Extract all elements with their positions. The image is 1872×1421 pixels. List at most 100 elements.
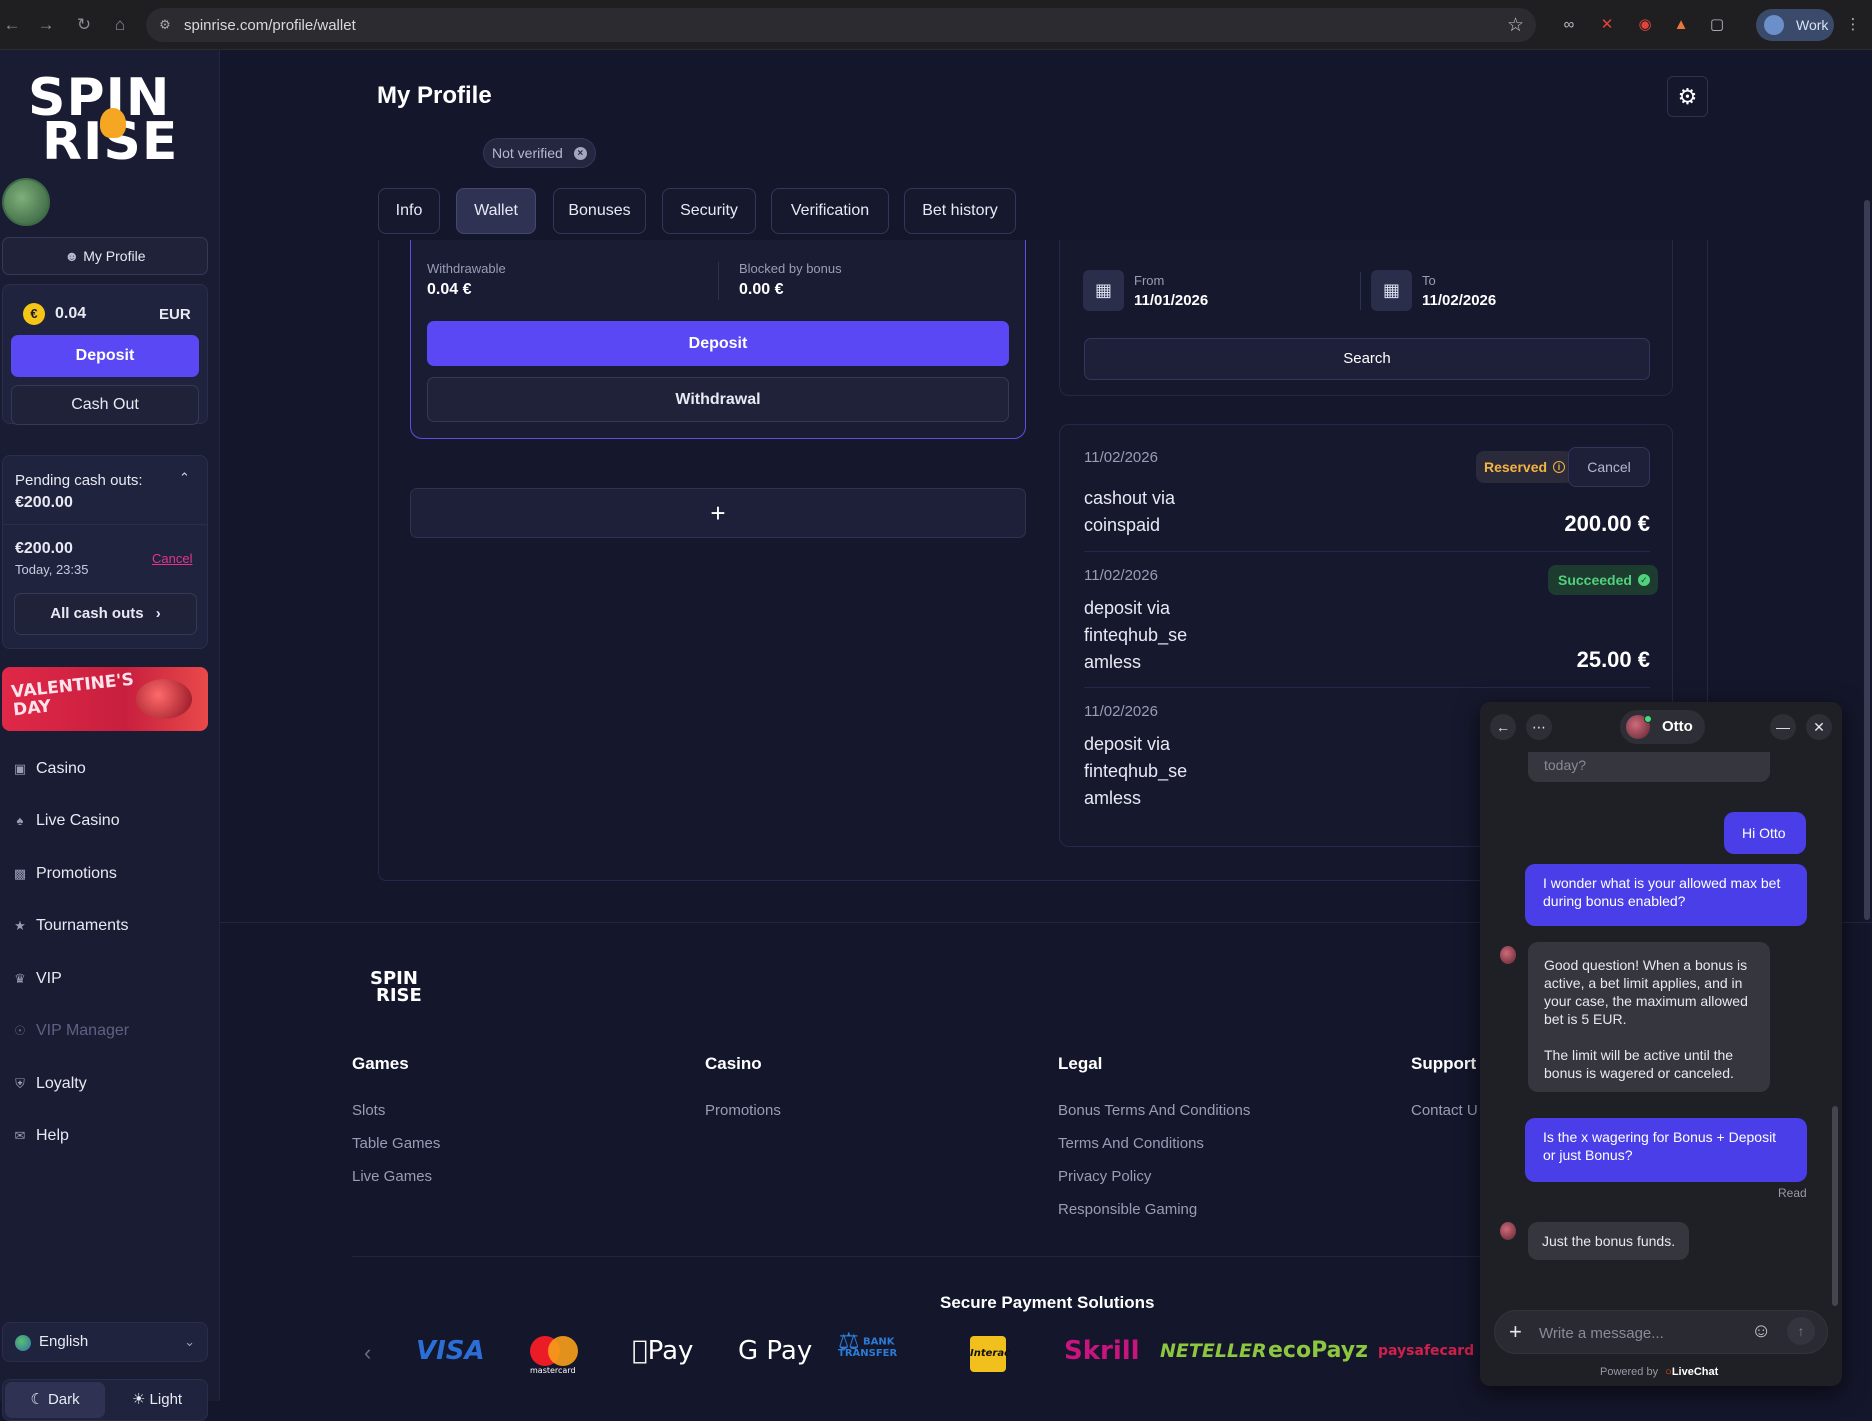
all-cash-outs-button[interactable]: All cash outs › [14, 593, 197, 635]
logo-flame-icon [100, 108, 126, 138]
theme-dark-button[interactable]: ☾ Dark [5, 1382, 105, 1418]
calendar-to-icon[interactable]: ▦ [1371, 270, 1412, 311]
tx-amount: 25.00 € [1576, 647, 1650, 672]
tx-desc-line: amless [1084, 788, 1142, 808]
sidebar-item-loyalty[interactable]: ⛨ Loyalty [12, 1070, 87, 1098]
check-circle-icon: ✓ [1637, 574, 1650, 586]
close-extension-icon[interactable]: ✕ [1596, 14, 1618, 36]
page-scrollbar[interactable] [1864, 200, 1870, 920]
agent-chip: Otto [1620, 710, 1705, 744]
send-arrow-icon[interactable]: ↑ [1787, 1317, 1815, 1345]
wallet-withdrawal-button[interactable]: Withdrawal [427, 377, 1009, 422]
chat-more-icon[interactable]: ⋯ [1526, 714, 1552, 740]
chevron-up-icon[interactable]: ⌃ [179, 470, 190, 486]
headset-icon: ☉ [14, 1023, 26, 1038]
wallet-deposit-button[interactable]: Deposit [427, 321, 1009, 366]
sidebar-item-live-casino[interactable]: ♠ Live Casino [12, 807, 120, 835]
live-casino-icon: ♠ [16, 813, 24, 828]
bookmark-star-icon[interactable]: ☆ [1507, 14, 1524, 37]
footer-link-slots[interactable]: Slots [352, 1102, 385, 1119]
footer-logo[interactable]: SPIN RISE [370, 970, 422, 1005]
footer-link-privacy[interactable]: Privacy Policy [1058, 1168, 1151, 1185]
footer-link-responsible-gaming[interactable]: Responsible Gaming [1058, 1201, 1197, 1218]
online-status-dot [1644, 715, 1652, 723]
tx-description: deposit via finteqhub_se amless [1084, 595, 1187, 676]
settings-button[interactable]: ⚙ [1667, 76, 1708, 117]
sidebar-item-casino[interactable]: ▣ Casino [12, 755, 86, 783]
sidebar-item-help[interactable]: ✉ Help [12, 1122, 69, 1150]
forward-icon[interactable]: → [34, 13, 58, 37]
fox-extension-icon[interactable]: ▲ [1670, 14, 1692, 36]
address-bar[interactable]: ⚙ spinrise.com/profile/wallet ☆ [146, 8, 1536, 42]
chat-close-icon[interactable]: ✕ [1806, 714, 1832, 740]
puzzle-extensions-icon[interactable]: ▢ [1706, 14, 1728, 36]
footer-link-table-games[interactable]: Table Games [352, 1135, 440, 1152]
profile-chip[interactable]: Work [1756, 9, 1834, 41]
tab-wallet[interactable]: Wallet [456, 188, 536, 234]
my-profile-button[interactable]: ☻ My Profile [2, 237, 208, 275]
plus-icon: + [710, 498, 726, 528]
home-icon[interactable]: ⌂ [108, 13, 132, 37]
trophy-icon: ★ [14, 918, 26, 933]
language-select[interactable]: English ⌄ [2, 1322, 208, 1362]
from-date-value[interactable]: 11/01/2026 [1134, 292, 1208, 309]
chat-back-icon[interactable]: ← [1490, 714, 1516, 740]
tx-date: 11/02/2026 [1084, 703, 1158, 720]
tab-verification[interactable]: Verification [771, 188, 889, 234]
chat-minimize-icon[interactable]: — [1770, 714, 1796, 740]
wallet-divider [718, 262, 719, 300]
tab-security[interactable]: Security [662, 188, 756, 234]
back-icon[interactable]: ← [0, 13, 24, 37]
shield-extension-icon[interactable]: ◉ [1634, 14, 1656, 36]
sidebar-deposit-button[interactable]: Deposit [11, 335, 199, 377]
attach-plus-icon[interactable]: + [1509, 1319, 1522, 1345]
add-wallet-button[interactable]: + [410, 488, 1026, 538]
livechat-brand[interactable]: LiveChat [1672, 1366, 1718, 1378]
tab-info[interactable]: Info [378, 188, 440, 234]
carousel-prev-icon[interactable]: ‹ [364, 1340, 371, 1366]
livechat-widget: ← ⋯ Otto — ✕ today? Hi Otto I wonder wha… [1480, 702, 1842, 1386]
sidebar-item-vip[interactable]: ♛ VIP [12, 965, 62, 993]
footer-link-terms[interactable]: Terms And Conditions [1058, 1135, 1204, 1152]
cash-out-button[interactable]: Cash Out [11, 385, 199, 425]
theme-light-button[interactable]: ☀ Light [107, 1382, 207, 1418]
user-icon: ☻ [64, 248, 80, 264]
neteller-logo: NETELLER [1160, 1340, 1267, 1362]
site-logo[interactable]: SPIN RISE [28, 72, 188, 168]
google-pay-logo: G Pay [738, 1336, 813, 1366]
browser-menu-icon[interactable]: ⋮ [1842, 14, 1864, 36]
pending-item-cancel-link[interactable]: Cancel [152, 551, 192, 566]
reload-icon[interactable]: ↻ [72, 13, 96, 37]
calendar-from-icon[interactable]: ▦ [1083, 270, 1124, 311]
tx-desc-line: deposit via [1084, 598, 1171, 618]
tx-cancel-button[interactable]: Cancel [1568, 447, 1650, 487]
chat-scrollbar[interactable] [1832, 1106, 1838, 1306]
footer-link-live-games[interactable]: Live Games [352, 1168, 432, 1185]
search-button[interactable]: Search [1084, 338, 1650, 380]
tab-bet-history[interactable]: Bet history [904, 188, 1016, 234]
interac-logo: Interac [970, 1336, 1010, 1372]
footer-link-contact[interactable]: Contact U [1411, 1102, 1478, 1119]
sidebar-item-promotions[interactable]: ▩ Promotions [12, 860, 117, 888]
heart-image [136, 679, 192, 719]
powered-by: Powered by ○LiveChat [1600, 1366, 1718, 1378]
status-label: Succeeded [1558, 572, 1632, 588]
agent-mini-avatar [1500, 1222, 1516, 1240]
sidebar: SPIN RISE ☻ My Profile € 0.04 EUR Deposit… [0, 50, 220, 1421]
chat-message-input[interactable] [1539, 1321, 1739, 1345]
tx-desc-line: cashout via [1084, 488, 1176, 508]
sidebar-item-vip-manager[interactable]: ☉ VIP Manager [12, 1017, 129, 1045]
site-settings-icon[interactable]: ⚙ [156, 16, 174, 34]
tab-bonuses[interactable]: Bonuses [553, 188, 646, 234]
footer-link-promotions[interactable]: Promotions [705, 1102, 781, 1119]
user-avatar[interactable] [2, 178, 50, 226]
sidebar-item-tournaments[interactable]: ★ Tournaments [12, 912, 128, 940]
pending-item-amount: €200.00 [15, 540, 73, 557]
sidebar-item-label: Help [36, 1127, 69, 1144]
apple-pay-label: Pay [632, 1336, 694, 1366]
emoji-icon[interactable]: ☺ [1751, 1320, 1771, 1343]
link-extension-icon[interactable]: ∞ [1558, 14, 1580, 36]
valentines-promo-banner[interactable]: VALENTINE'S DAY [2, 667, 208, 731]
to-date-value[interactable]: 11/02/2026 [1422, 292, 1496, 309]
footer-link-bonus-terms[interactable]: Bonus Terms And Conditions [1058, 1102, 1250, 1119]
